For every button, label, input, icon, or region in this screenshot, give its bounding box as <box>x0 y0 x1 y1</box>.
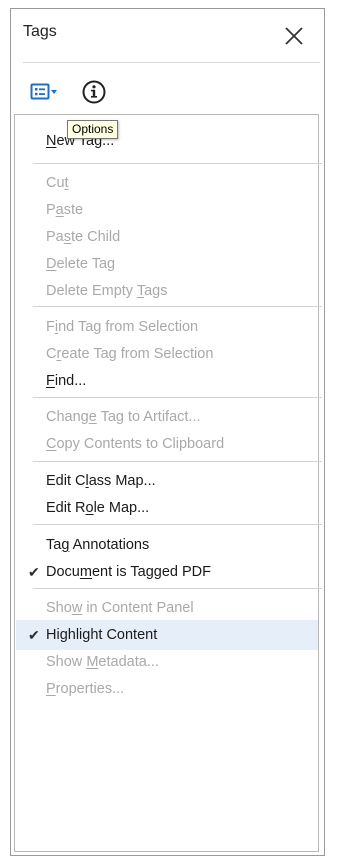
menu-item-find-tag-from-selection[interactable]: Find Tag from Selection <box>16 312 318 342</box>
menu-item-label: Highlight Content <box>46 627 158 643</box>
menu-item-label: Show in Content Panel <box>46 600 194 616</box>
menu-item-label: Paste Child <box>46 229 121 245</box>
options-list-icon <box>30 83 57 100</box>
menu-item-copy-contents-to-clipboard[interactable]: Copy Contents to Clipboard <box>16 429 318 459</box>
menu-item-delete-tag[interactable]: Delete Tag <box>16 249 318 279</box>
menu-item-highlight-content[interactable]: ✔ Highlight Content <box>16 620 318 650</box>
checkmark-icon: ✔ <box>28 564 40 580</box>
menu-item-paste-child[interactable]: Paste Child <box>16 222 318 252</box>
menu-item-label: Tag Annotations <box>46 537 150 553</box>
menu-item-edit-class-map[interactable]: Edit Class Map... <box>16 466 318 496</box>
menu-item-find[interactable]: Find... <box>16 366 318 396</box>
info-button[interactable] <box>80 78 108 106</box>
menu-separator <box>33 524 322 525</box>
checkmark-icon: ✔ <box>28 627 40 643</box>
menu-item-show-metadata[interactable]: Show Metadata... <box>16 647 318 677</box>
header-divider <box>23 62 320 63</box>
close-icon <box>285 27 303 45</box>
menu-item-change-tag-to-artifact[interactable]: Change Tag to Artifact... <box>16 402 318 432</box>
menu-item-label: Edit Class Map... <box>46 473 156 489</box>
menu-item-cut[interactable]: Cut <box>16 168 318 198</box>
menu-item-label: Change Tag to Artifact... <box>46 409 201 425</box>
menu-item-new-tag[interactable]: New Tag... <box>16 126 318 156</box>
menu-item-label: Find Tag from Selection <box>46 319 199 335</box>
menu-item-tag-annotations[interactable]: Tag Annotations <box>16 530 318 560</box>
menu-item-label: Paste <box>46 202 84 218</box>
menu-item-label: Find... <box>46 373 87 389</box>
menu-separator <box>33 588 322 589</box>
menu-separator <box>33 306 322 307</box>
options-tooltip: Options <box>67 120 119 139</box>
menu-item-label: Create Tag from Selection <box>46 346 214 362</box>
menu-item-label: Delete Empty Tags <box>46 283 168 299</box>
menu-item-paste[interactable]: Paste <box>16 195 318 225</box>
menu-item-label: Document is Tagged PDF <box>46 564 211 580</box>
menu-item-create-tag-from-selection[interactable]: Create Tag from Selection <box>16 339 318 369</box>
menu-item-document-is-tagged-pdf[interactable]: ✔ Document is Tagged PDF <box>16 557 318 587</box>
menu-item-edit-role-map[interactable]: Edit Role Map... <box>16 493 318 523</box>
menu-item-label: Copy Contents to Clipboard <box>46 436 225 452</box>
menu-item-label: Properties... <box>46 681 125 697</box>
menu-separator <box>33 461 322 462</box>
menu-item-delete-empty-tags[interactable]: Delete Empty Tags <box>16 276 318 306</box>
panel-title: Tags <box>23 23 57 40</box>
options-menu-button[interactable] <box>30 80 70 106</box>
menu-item-label: Cut <box>46 175 69 191</box>
menu-separator <box>33 163 322 164</box>
menu-separator <box>33 397 322 398</box>
menu-item-show-in-content-panel[interactable]: Show in Content Panel <box>16 593 318 623</box>
menu-item-label: Show Metadata... <box>46 654 159 670</box>
info-circle-icon <box>82 80 106 104</box>
menu-item-label: Edit Role Map... <box>46 500 150 516</box>
menu-item-properties[interactable]: Properties... <box>16 674 318 704</box>
menu-item-label: Delete Tag <box>46 256 116 272</box>
close-button[interactable] <box>276 15 312 55</box>
options-menu: New Tag... Cut Paste Paste Child Delete Tag D… <box>14 114 322 852</box>
